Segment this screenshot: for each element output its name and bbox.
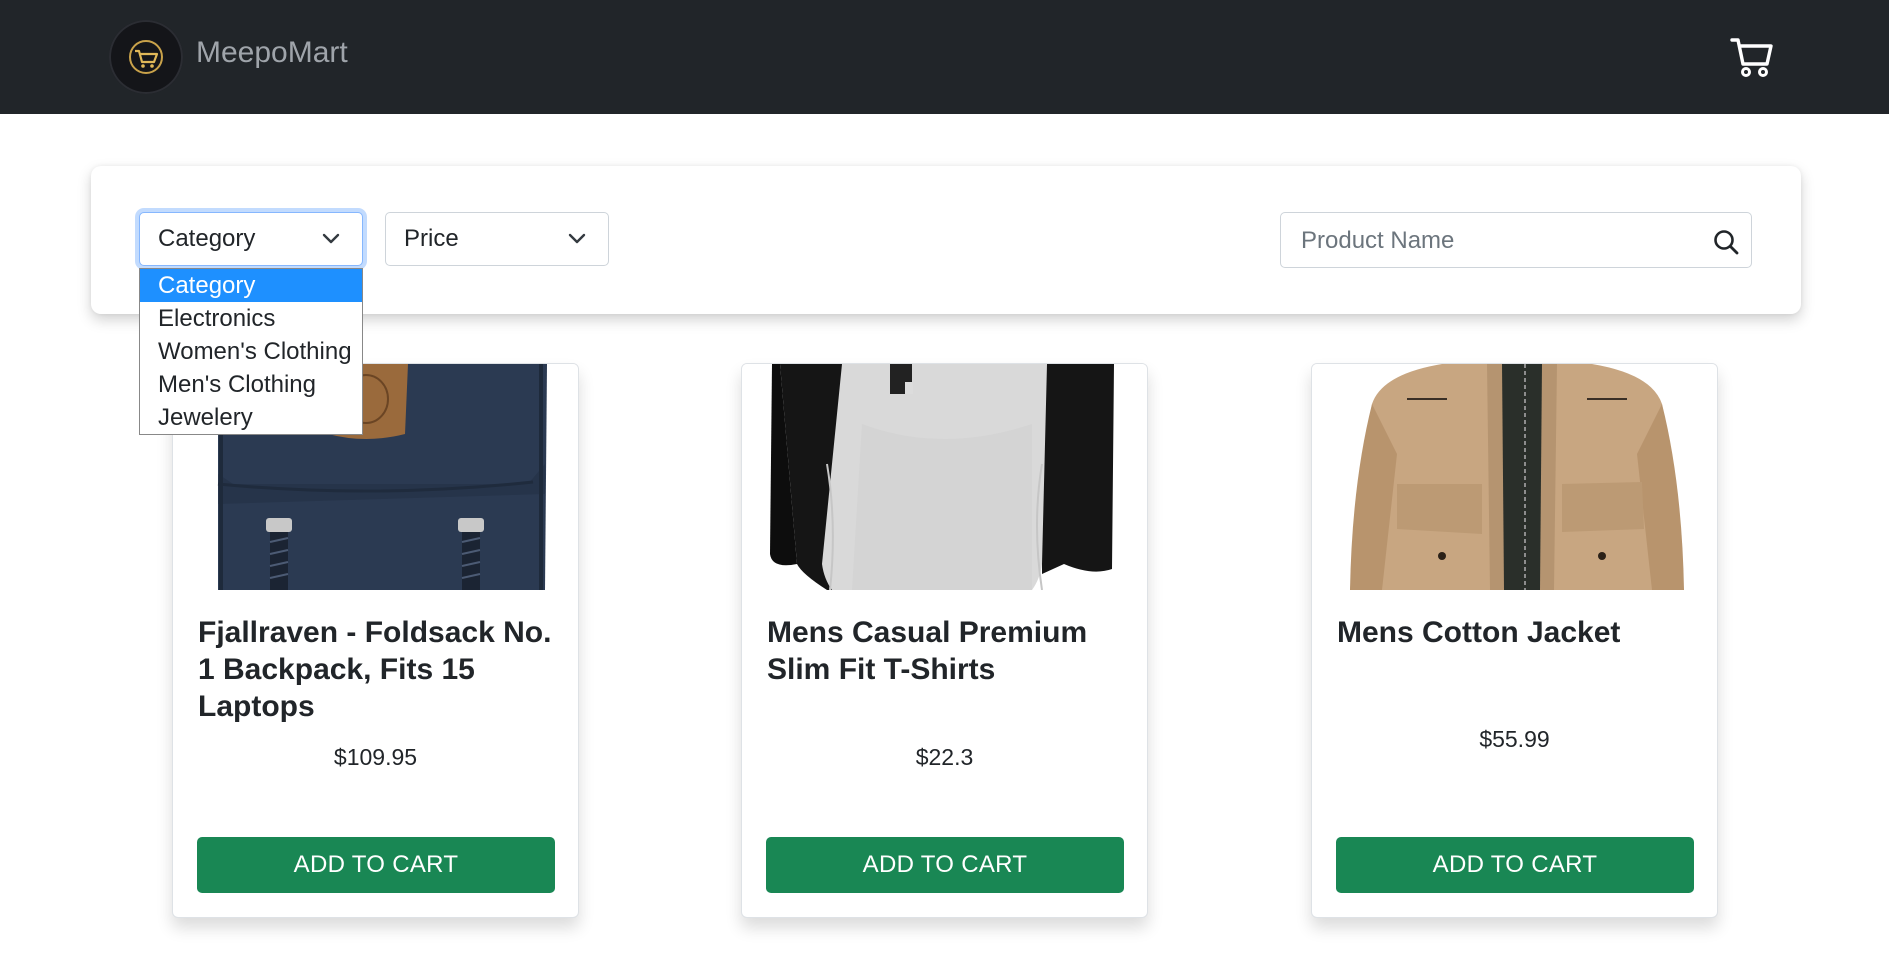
search-icon[interactable] [1713, 229, 1739, 255]
product-card: Mens Cotton Jacket $55.99 ADD TO CART [1311, 363, 1718, 918]
brand-logo[interactable] [109, 20, 183, 94]
navbar: MeepoMart [0, 0, 1889, 114]
category-option-womens-clothing[interactable]: Women's Clothing [140, 335, 362, 368]
product-title[interactable]: Fjallraven - Foldsack No. 1 Backpack, Fi… [198, 614, 558, 725]
category-select-value: Category [158, 225, 256, 252]
product-image-jacket[interactable] [1312, 364, 1717, 590]
product-card: Mens Casual Premium Slim Fit T-Shirts $2… [741, 363, 1148, 918]
add-to-cart-button[interactable]: ADD TO CART [1336, 837, 1694, 893]
product-title[interactable]: Mens Cotton Jacket [1337, 614, 1697, 651]
add-to-cart-button[interactable]: ADD TO CART [197, 837, 555, 893]
product-price: $55.99 [1479, 726, 1550, 752]
category-option-jewelery[interactable]: Jewelery [140, 401, 362, 434]
add-to-cart-button[interactable]: ADD TO CART [766, 837, 1124, 893]
product-price: $109.95 [333, 744, 418, 770]
category-option-category[interactable]: Category [140, 269, 362, 302]
chevron-down-icon [568, 233, 586, 244]
category-dropdown-list: Category Electronics Women's Clothing Me… [139, 268, 363, 435]
brand-name[interactable]: MeepoMart [196, 36, 348, 70]
product-name-search-input[interactable] [1299, 225, 1703, 257]
product-image-t-shirt[interactable] [742, 364, 1147, 590]
category-option-mens-clothing[interactable]: Men's Clothing [140, 368, 362, 401]
product-title[interactable]: Mens Casual Premium Slim Fit T-Shirts [767, 614, 1127, 688]
cart-icon[interactable] [1730, 36, 1774, 78]
product-card: Fjallraven - Foldsack No. 1 Backpack, Fi… [172, 363, 579, 918]
chevron-down-icon [322, 233, 340, 244]
category-select[interactable]: Category [139, 212, 363, 266]
shopping-cart-logo-icon [129, 40, 163, 74]
product-price: $22.3 [915, 744, 974, 770]
price-select[interactable]: Price [385, 212, 609, 266]
category-option-electronics[interactable]: Electronics [140, 302, 362, 335]
product-search [1280, 212, 1752, 268]
price-select-value: Price [404, 225, 459, 252]
